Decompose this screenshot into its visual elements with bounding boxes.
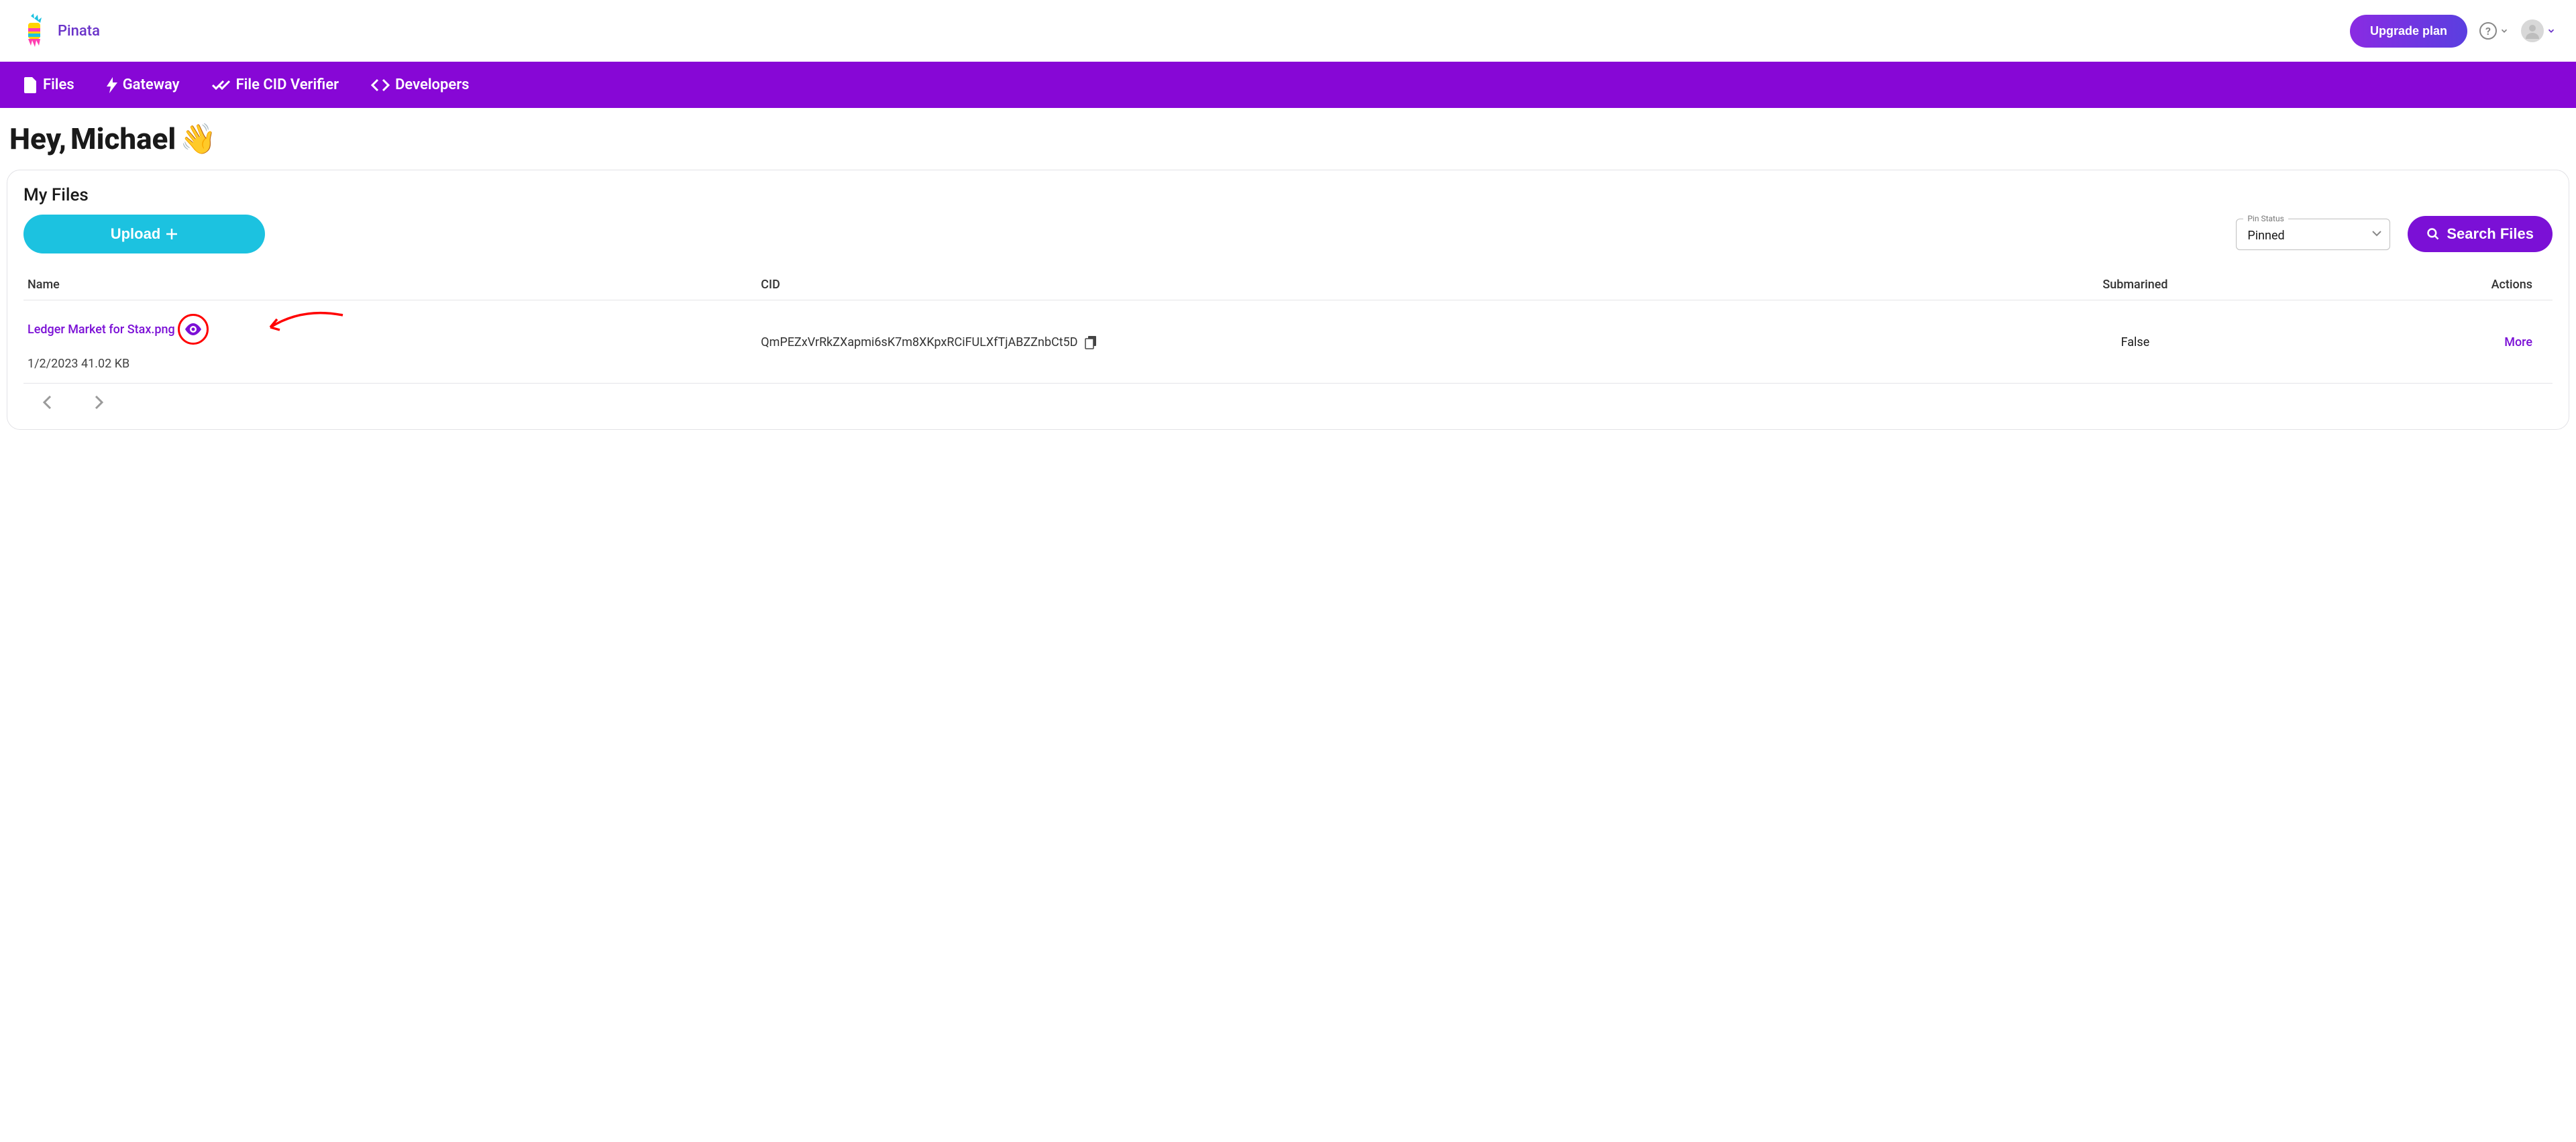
- content-area: Hey, Michael 👋 My Files Upload Pin Statu…: [0, 108, 2576, 437]
- pin-status-select[interactable]: Pin Status Pinned: [2236, 219, 2390, 250]
- preview-eye-button[interactable]: [178, 314, 209, 345]
- nav-bar: Files Gateway File CID Verifier Develope…: [0, 62, 2576, 108]
- annotation-arrow-icon: [262, 310, 350, 337]
- copy-icon[interactable]: [1085, 336, 1097, 349]
- eye-icon: [184, 323, 202, 335]
- chevron-down-icon: [2546, 26, 2556, 36]
- avatar-icon: [2521, 19, 2544, 42]
- prev-page-button[interactable]: [41, 394, 53, 410]
- plus-icon: [166, 228, 178, 240]
- bolt-icon: [107, 77, 117, 93]
- greeting-prefix: Hey,: [9, 121, 66, 156]
- nav-label: Developers: [395, 76, 469, 93]
- select-value: Pinned: [2247, 229, 2360, 243]
- row-more-action[interactable]: More: [2504, 335, 2532, 349]
- submarined-value: False: [1996, 300, 2275, 384]
- help-icon: ?: [2479, 22, 2497, 40]
- column-header-actions: Actions: [2274, 270, 2553, 300]
- wave-icon: 👋: [180, 121, 217, 156]
- search-icon: [2426, 227, 2440, 241]
- code-icon: [371, 78, 390, 92]
- nav-item-verifier[interactable]: File CID Verifier: [212, 76, 339, 93]
- pagination: [23, 384, 2553, 410]
- nav-item-files[interactable]: Files: [24, 76, 74, 93]
- nav-label: Files: [43, 76, 74, 93]
- pinata-logo-icon: [20, 13, 48, 48]
- controls-row: Upload Pin Status Pinned Search Files: [23, 215, 2553, 253]
- file-size: 41.02 KB: [81, 357, 129, 371]
- file-name-cell: Ledger Market for Stax.png: [28, 314, 753, 345]
- chevron-down-icon: [2500, 26, 2509, 36]
- nav-item-gateway[interactable]: Gateway: [107, 76, 180, 93]
- column-header-submarined: Submarined: [1996, 270, 2275, 300]
- search-files-button[interactable]: Search Files: [2408, 216, 2553, 252]
- file-meta: 1/2/2023 41.02 KB: [28, 357, 753, 371]
- file-date: 1/2/2023: [28, 357, 78, 371]
- page-greeting: Hey, Michael 👋: [7, 121, 2569, 170]
- cid-cell: QmPEZxVrRkZXapmi6sK7m8XKpxRCiFULXfTjABZZ…: [761, 335, 1992, 349]
- help-menu[interactable]: ?: [2479, 22, 2509, 40]
- upload-label: Upload: [111, 225, 161, 243]
- nav-label: File CID Verifier: [236, 76, 339, 93]
- cid-value: QmPEZxVrRkZXapmi6sK7m8XKpxRCiFULXfTjABZZ…: [761, 335, 1077, 349]
- file-icon: [24, 77, 38, 93]
- logo-group[interactable]: Pinata: [20, 13, 100, 48]
- nav-label: Gateway: [123, 76, 180, 93]
- nav-item-developers[interactable]: Developers: [371, 76, 469, 93]
- search-label: Search Files: [2447, 225, 2534, 243]
- files-panel: My Files Upload Pin Status Pinned Search…: [7, 170, 2569, 430]
- files-table: Name CID Submarined Actions Ledger Marke…: [23, 270, 2553, 384]
- dropdown-arrow-icon: [2372, 231, 2381, 237]
- greeting-name: Michael: [70, 121, 176, 156]
- upload-button[interactable]: Upload: [23, 215, 265, 253]
- table-row: Ledger Market for Stax.png 1/2/2023: [23, 300, 2553, 384]
- select-label: Pin Status: [2243, 214, 2288, 223]
- profile-menu[interactable]: [2521, 19, 2556, 42]
- file-name-link[interactable]: Ledger Market for Stax.png: [28, 323, 175, 337]
- upgrade-plan-button[interactable]: Upgrade plan: [2350, 15, 2467, 48]
- column-header-name: Name: [23, 270, 757, 300]
- next-page-button[interactable]: [93, 394, 105, 410]
- top-bar: Pinata Upgrade plan ?: [0, 0, 2576, 62]
- top-right-controls: Upgrade plan ?: [2350, 15, 2556, 48]
- check-double-icon: [212, 78, 231, 92]
- column-header-cid: CID: [757, 270, 1996, 300]
- section-title: My Files: [23, 185, 2553, 205]
- brand-name: Pinata: [58, 23, 100, 40]
